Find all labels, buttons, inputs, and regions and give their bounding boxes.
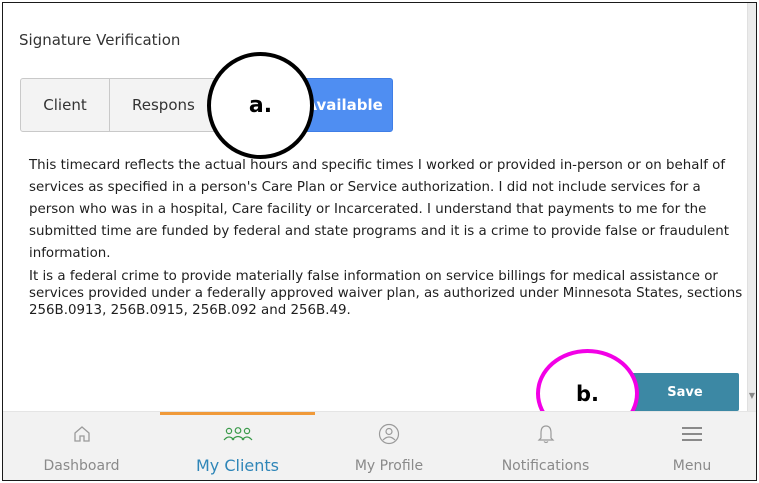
clients-icon <box>223 422 253 446</box>
callout-a-annotation: a. <box>207 52 314 159</box>
nav-item-my-clients[interactable]: My Clients <box>160 412 315 480</box>
nav-item-menu[interactable]: Menu <box>628 412 756 480</box>
nav-item-my-profile[interactable]: My Profile <box>315 412 463 480</box>
bottom-navigation: Dashboard My Clients My Profile Notifica… <box>3 411 756 480</box>
client-option-button[interactable]: Client <box>20 78 110 132</box>
home-icon <box>73 422 91 446</box>
bell-icon <box>537 422 555 446</box>
save-button[interactable]: Save <box>631 373 739 411</box>
federal-crime-notice: It is a federal crime to provide materia… <box>29 269 743 318</box>
app-frame: ▼ Signature Verification Client Respons … <box>2 2 757 481</box>
nav-item-notifications[interactable]: Notifications <box>463 412 628 480</box>
nav-label-menu: Menu <box>672 458 712 474</box>
nav-label-my-clients: My Clients <box>195 456 279 475</box>
nav-item-dashboard[interactable]: Dashboard <box>3 412 160 480</box>
section-title: Signature Verification <box>19 31 181 49</box>
nav-label-notifications: Notifications <box>501 458 590 474</box>
profile-icon <box>378 422 400 446</box>
scrollbar[interactable] <box>747 3 756 411</box>
nav-label-my-profile: My Profile <box>354 458 424 474</box>
attestation-paragraph: This timecard reflects the actual hours … <box>29 158 730 261</box>
scroll-down-arrow-icon[interactable]: ▼ <box>749 391 755 400</box>
nav-label-dashboard: Dashboard <box>43 458 120 474</box>
hamburger-menu-icon <box>682 422 702 446</box>
